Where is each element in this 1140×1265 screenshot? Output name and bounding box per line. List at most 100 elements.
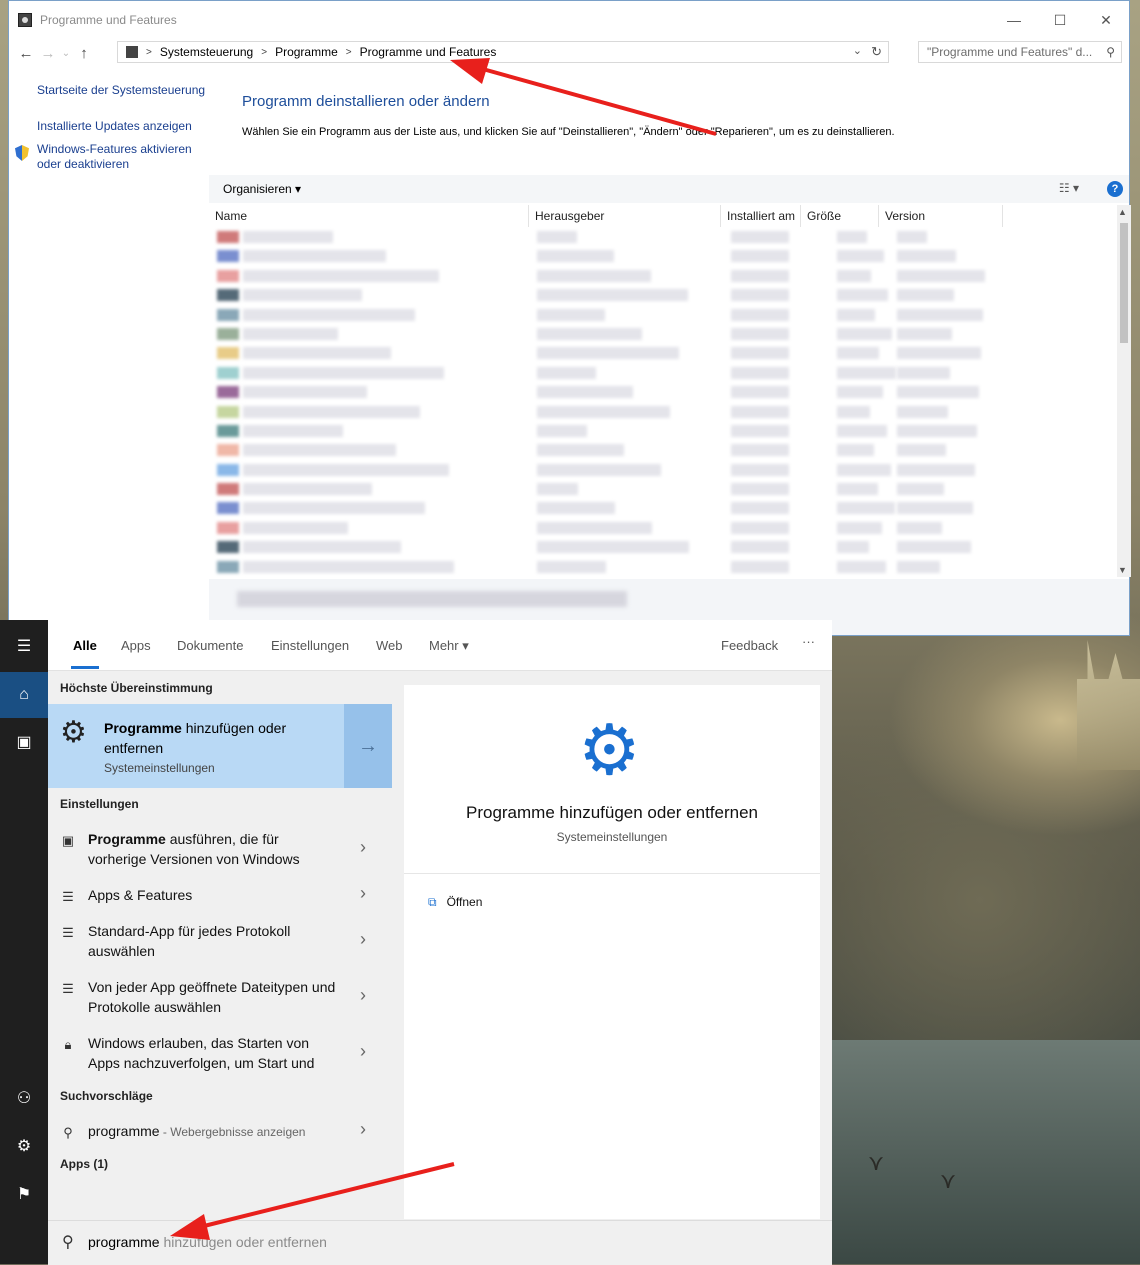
notebook-icon[interactable]: ▣: [0, 720, 48, 766]
address-bar[interactable]: > Systemsteuerung > Programme > Programm…: [117, 41, 889, 63]
scrollbar[interactable]: ▲ ▼: [1117, 205, 1131, 577]
tab-apps[interactable]: Apps: [121, 638, 151, 653]
search-box[interactable]: ⚲ programme hinzufügen oder entfernen: [48, 1220, 832, 1265]
app-icon: [217, 289, 239, 302]
program-row[interactable]: [209, 557, 1115, 576]
search-icon: ⚲: [63, 1125, 73, 1140]
close-button[interactable]: ✕: [1083, 1, 1129, 39]
up-arrow-icon[interactable]: ↑: [73, 45, 95, 62]
search-input[interactable]: "Programme und Features" d... ⚲: [918, 41, 1122, 63]
redacted-size: [837, 347, 879, 360]
program-row[interactable]: [209, 402, 1115, 421]
program-row[interactable]: [209, 227, 1115, 246]
hamburger-icon[interactable]: ☰: [0, 624, 48, 670]
link-windows-features[interactable]: Windows-Features aktivieren oder deaktiv…: [37, 142, 217, 172]
web-suggestion-item[interactable]: ⚲ programme - Webergebnisse anzeigen ›: [48, 1119, 392, 1145]
redacted-name: [243, 560, 454, 573]
tab-web[interactable]: Web: [376, 638, 403, 653]
gear-icon[interactable]: ⚙: [0, 1124, 48, 1170]
expand-arrow-icon[interactable]: →: [344, 704, 392, 788]
redacted-name: [243, 308, 415, 321]
tab-more[interactable]: Mehr ▾: [429, 638, 469, 654]
tab-all[interactable]: Alle: [71, 638, 99, 669]
link-control-panel-home[interactable]: Startseite der Systemsteuerung: [37, 83, 217, 98]
settings-item-track-apps[interactable]: 🔒︎ Windows erlauben, das Starten von App…: [48, 1033, 392, 1073]
feedback-button[interactable]: Feedback: [721, 638, 778, 653]
redacted-size: [837, 386, 883, 399]
redacted-version: [897, 269, 985, 282]
redacted-name: [243, 424, 343, 437]
column-size[interactable]: Größe: [801, 205, 879, 227]
search-query[interactable]: programme hinzufügen oder entfernen: [88, 1234, 327, 1250]
program-row[interactable]: [209, 537, 1115, 556]
program-row[interactable]: [209, 460, 1115, 479]
redacted-version: [897, 250, 956, 263]
program-row[interactable]: [209, 305, 1115, 324]
back-arrow-icon[interactable]: ←: [15, 45, 37, 62]
recent-dropdown-icon[interactable]: ⌄: [59, 48, 73, 59]
program-row[interactable]: [209, 285, 1115, 304]
program-row[interactable]: [209, 343, 1115, 362]
column-installed-on[interactable]: Installiert am: [721, 205, 801, 227]
redacted-details: [237, 591, 627, 607]
results-list: Höchste Übereinstimmung ⚙ Programme hinz…: [48, 671, 392, 1219]
redacted-date: [731, 521, 789, 534]
redacted-version: [897, 308, 983, 321]
minimize-button[interactable]: —: [991, 1, 1037, 39]
tab-settings[interactable]: Einstellungen: [271, 638, 349, 653]
more-options-icon[interactable]: ···: [802, 634, 815, 649]
section-apps[interactable]: Apps (1): [60, 1157, 108, 1171]
forward-arrow-icon[interactable]: →: [37, 45, 59, 62]
redacted-date: [731, 231, 789, 243]
home-icon[interactable]: ⌂: [0, 672, 48, 718]
program-row[interactable]: [209, 363, 1115, 382]
link-installed-updates[interactable]: Installierte Updates anzeigen: [37, 119, 217, 134]
settings-item-default-protocol[interactable]: ☰ Standard-App für jedes Protokoll auswä…: [48, 921, 392, 961]
scroll-down-icon[interactable]: ▼: [1118, 565, 1127, 575]
gear-icon: ⚙: [578, 711, 641, 789]
feedback-hub-icon[interactable]: ⚑: [0, 1172, 48, 1218]
program-row[interactable]: [209, 382, 1115, 401]
program-row[interactable]: [209, 498, 1115, 517]
scrollbar-thumb[interactable]: [1120, 223, 1128, 343]
program-list[interactable]: [209, 227, 1115, 577]
redacted-size: [837, 231, 867, 243]
redacted-name: [243, 521, 348, 534]
breadcrumb-item[interactable]: Programme: [275, 45, 338, 59]
column-publisher[interactable]: Herausgeber: [529, 205, 721, 227]
organize-button[interactable]: Organisieren ▾: [223, 182, 301, 196]
refresh-icon[interactable]: ↻: [871, 44, 882, 60]
redacted-size: [837, 502, 895, 515]
program-row[interactable]: [209, 266, 1115, 285]
section-suggestions: Suchvorschläge: [60, 1089, 153, 1103]
title-bar[interactable]: Programme und Features — ☐ ✕: [9, 1, 1129, 39]
column-version[interactable]: Version: [879, 205, 1003, 227]
program-row[interactable]: [209, 246, 1115, 265]
redacted-version: [897, 541, 971, 554]
breadcrumb-item[interactable]: Systemsteuerung: [160, 45, 253, 59]
program-row[interactable]: [209, 421, 1115, 440]
tab-documents[interactable]: Dokumente: [177, 638, 243, 653]
redacted-size: [837, 289, 888, 302]
settings-item-filetypes[interactable]: ☰ Von jeder App geöffnete Dateitypen und…: [48, 977, 392, 1017]
app-icon: [217, 541, 239, 554]
program-row[interactable]: [209, 518, 1115, 537]
scroll-up-icon[interactable]: ▲: [1118, 207, 1127, 217]
program-row[interactable]: [209, 324, 1115, 343]
breadcrumb-item[interactable]: Programme und Features: [360, 45, 497, 59]
add-user-icon[interactable]: ⚇: [0, 1076, 48, 1122]
best-match-item[interactable]: ⚙ Programme hinzufügen oder entfernen Sy…: [48, 704, 392, 788]
command-bar: Organisieren ▾ ☷ ▾ ?: [209, 175, 1129, 203]
redacted-date: [731, 308, 789, 321]
chevron-down-icon[interactable]: ⌄: [853, 44, 862, 57]
settings-item-apps-features[interactable]: ☰ Apps & Features ›: [48, 883, 392, 909]
view-options-icon[interactable]: ☷ ▾: [1059, 181, 1079, 195]
help-icon[interactable]: ?: [1107, 181, 1123, 197]
maximize-button[interactable]: ☐: [1037, 1, 1083, 39]
program-row[interactable]: [209, 440, 1115, 459]
program-row[interactable]: [209, 479, 1115, 498]
preview-subtitle: Systemeinstellungen: [556, 830, 668, 844]
column-name[interactable]: Name: [209, 205, 529, 227]
settings-item-compat[interactable]: ▣ Programme ausführen, die für vorherige…: [48, 829, 392, 869]
open-button[interactable]: ⧉ Öffnen: [428, 895, 482, 910]
